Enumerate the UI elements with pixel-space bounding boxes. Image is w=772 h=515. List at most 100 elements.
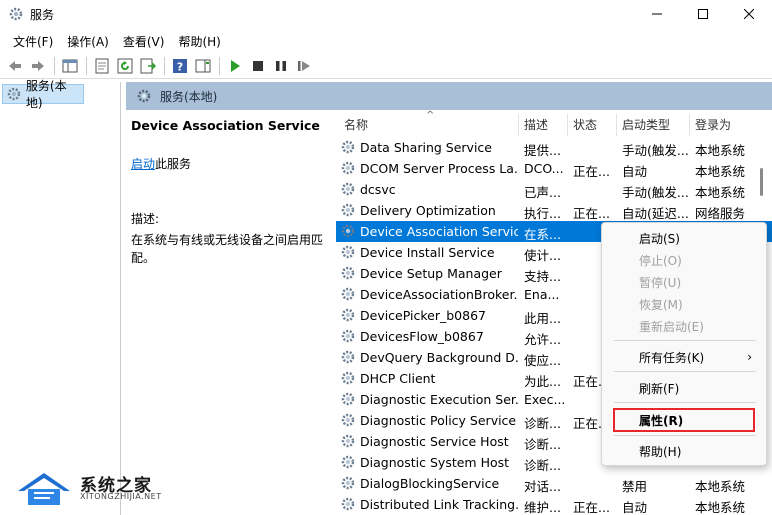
cell-name: Device Install Service [360,245,495,260]
menu-item-start[interactable]: 启动(S) [602,228,768,248]
table-row[interactable]: Data Sharing Service 提供... 手动(触发... 本地系统 [336,137,772,158]
console-tree: 服务(本地) [0,79,121,515]
services-gear-icon [7,87,21,101]
service-gear-icon [340,328,356,344]
menu-bar: 文件(F) 操作(A) 查看(V) 帮助(H) [0,30,228,52]
forward-button[interactable] [27,55,49,77]
service-gear-icon [340,475,356,491]
table-row[interactable]: dcsvc 已声... 手动(触发... 本地系统 [336,179,772,200]
cell-desc: 对话... [524,479,561,494]
cell-desc: 使应... [524,353,561,368]
pause-service-button[interactable] [270,55,292,77]
start-service-link[interactable]: 启动 [131,157,155,171]
table-row[interactable]: DialogBlockingService 对话... 禁用 本地系统 [336,473,772,494]
cell-desc: 允许... [524,332,561,347]
tree-item-services-local[interactable]: 服务(本地) [2,79,84,110]
menu-file[interactable]: 文件(F) [6,33,60,50]
cell-desc: 已声... [524,185,561,200]
table-row[interactable]: DCOM Server Process La... DCO... 正在... 自动 本地… [336,158,772,179]
stop-icon [253,60,263,71]
start-service-row: 启动此服务 [131,155,331,172]
menu-separator [614,371,756,372]
menu-view[interactable]: 查看(V) [116,33,172,50]
close-icon [744,9,754,19]
cell-name: Diagnostic Execution Ser... [360,392,518,407]
column-divider[interactable] [616,114,617,136]
arrow-right-icon [32,60,44,71]
start-service-button[interactable] [224,55,246,77]
service-gear-icon [340,202,356,218]
menu-item-stop[interactable]: 停止(O) [602,250,768,270]
cell-name: Diagnostic System Host [360,455,510,470]
service-gear-icon [340,223,356,239]
menu-item-refresh[interactable]: 刷新(F) [602,378,768,398]
refresh-button[interactable] [114,55,136,77]
menu-separator [614,340,756,341]
table-row[interactable]: Delivery Optimization 执行... 正在... 自动(延迟... 网… [336,200,772,221]
column-header-status[interactable]: 状态 [573,116,597,133]
cell-name: Device Association Service [360,224,518,239]
menu-item-all-tasks-label: 所有任务(K) [639,350,705,365]
cell-desc: 提供... [524,143,561,158]
menu-item-help[interactable]: 帮助(H) [602,441,768,461]
service-gear-icon [340,412,356,428]
watermark-subtitle: XITONGZHIJIA.NET [80,492,162,501]
properties-highlight-box [613,408,755,432]
table-header: ^ 名称 描述 状态 启动类型 登录为 [336,110,772,136]
tree-item-label: 服务(本地) [25,79,67,110]
service-gear-icon [340,244,356,260]
menu-item-resume[interactable]: 恢复(M) [602,294,768,314]
close-button[interactable] [726,0,772,28]
svg-text:?: ? [177,60,183,73]
service-gear-icon [340,370,356,386]
cell-desc: 执行... [524,206,561,221]
show-action-pane-button[interactable] [192,55,214,77]
service-gear-icon [340,454,356,470]
column-divider[interactable] [689,114,690,136]
export-list-button[interactable] [137,55,159,77]
column-header-description[interactable]: 描述 [524,116,548,133]
cell-name: Device Setup Manager [360,266,502,281]
scrollbar-thumb[interactable] [760,168,763,196]
maximize-icon [698,9,708,19]
column-divider[interactable] [567,114,568,136]
refresh-icon [117,58,133,73]
cell-name: dcsvc [360,182,396,197]
column-divider[interactable] [518,114,519,136]
minimize-button[interactable] [634,0,680,28]
menu-help[interactable]: 帮助(H) [171,33,227,50]
cell-startup: 自动(延迟... [622,206,689,221]
minimize-icon [652,13,662,15]
cell-logon: 本地系统 [695,185,746,200]
properties-toolbar-button[interactable] [91,55,113,77]
cell-desc: 维护... [524,500,561,515]
menu-separator [614,435,756,436]
house-logo-icon [18,473,70,505]
menu-item-pause[interactable]: 暂停(U) [602,272,768,292]
table-row[interactable]: Distributed Link Tracking... 维护... 正在... 自动… [336,494,772,515]
cell-status: 正在... [573,206,610,221]
menu-item-all-tasks[interactable]: 所有任务(K) › [602,347,768,367]
cell-desc: DCO... [524,161,564,176]
cell-desc: 为此... [524,374,561,389]
cell-desc: 使计... [524,248,561,263]
show-hide-tree-button[interactable] [59,55,81,77]
menu-action[interactable]: 操作(A) [60,33,116,50]
column-header-name[interactable]: 名称 [344,116,368,133]
help-toolbar-button[interactable]: ? [169,55,191,77]
maximize-button[interactable] [680,0,726,28]
stop-service-button[interactable] [247,55,269,77]
window-title: 服务 [30,7,55,22]
back-button[interactable] [4,55,26,77]
column-header-logon-as[interactable]: 登录为 [695,116,731,133]
service-gear-icon [340,391,356,407]
restart-service-button[interactable] [293,55,315,77]
service-gear-icon [340,496,356,512]
services-gear-icon [8,6,24,22]
cell-name: DCOM Server Process La... [360,161,518,176]
cell-startup: 禁用 [622,479,648,494]
cell-name: Diagnostic Service Host [360,434,509,449]
menu-item-restart[interactable]: 重新启动(E) [602,316,768,336]
cell-desc: 诊断... [524,437,561,452]
column-header-startup-type[interactable]: 启动类型 [622,116,670,133]
